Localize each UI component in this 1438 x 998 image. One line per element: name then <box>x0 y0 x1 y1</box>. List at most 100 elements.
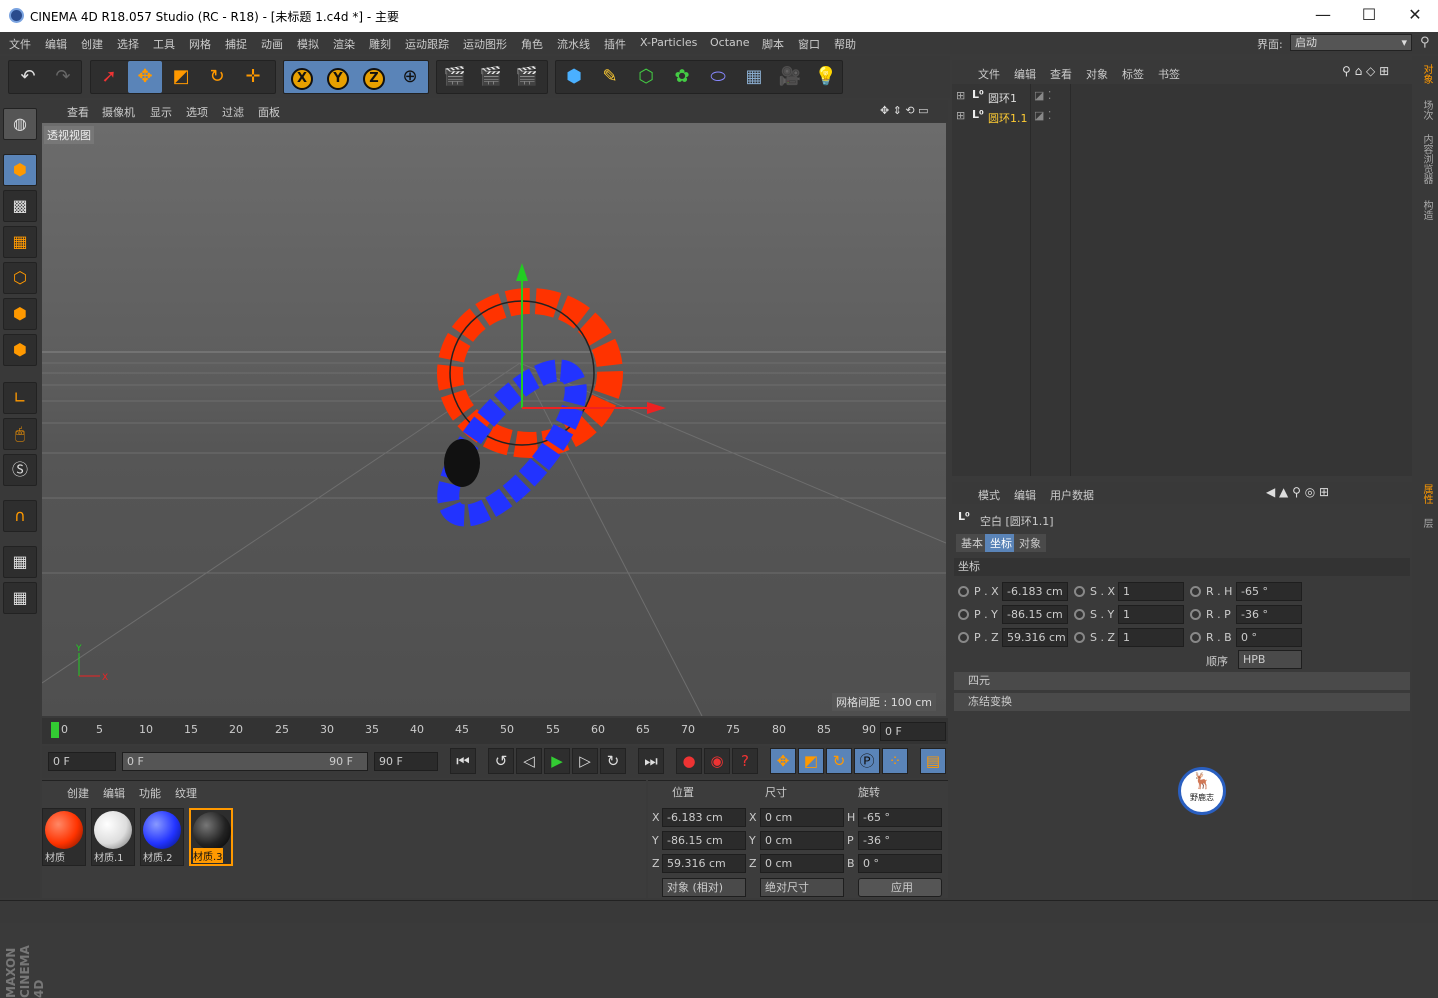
go-to-end-icon[interactable]: ⏭ <box>638 748 664 774</box>
mat-menu-create[interactable]: 创建 <box>67 785 89 801</box>
pos-z-field[interactable]: 59.316 cm <box>662 854 746 873</box>
deformer-icon[interactable]: ⬭ <box>701 61 735 93</box>
attr-menu-userdata[interactable]: 用户数据 <box>1050 487 1094 503</box>
collapsed-freeze[interactable]: 冻结变换 <box>954 693 1410 711</box>
undo-icon[interactable]: ↶ <box>11 61 45 93</box>
obj-menu-tags[interactable]: 标签 <box>1122 66 1144 82</box>
keyframe-selection-icon[interactable]: ? <box>732 748 758 774</box>
tab-object[interactable]: 对象 <box>1014 534 1046 552</box>
vtab-takes[interactable]: 场次 <box>1416 100 1434 120</box>
menu-window[interactable]: 窗口 <box>798 36 820 52</box>
select-arrow-icon[interactable]: ➚ <box>92 61 126 93</box>
param-sz-field[interactable]: 1 <box>1118 628 1184 647</box>
mat-menu-function[interactable]: 功能 <box>139 785 161 801</box>
timeline-ruler[interactable]: 0 5 10 15 20 25 30 35 40 45 50 55 60 65 … <box>42 718 948 744</box>
x-axis-arrow[interactable] <box>647 402 666 414</box>
tweak-mode-icon[interactable]: 🖱 <box>3 418 37 450</box>
next-frame-icon[interactable]: ▷ <box>572 748 598 774</box>
vtab-attributes[interactable]: 属性 <box>1416 484 1434 504</box>
menu-motion-tracking[interactable]: 运动跟踪 <box>405 36 449 52</box>
vtab-layers[interactable]: 层 <box>1416 518 1434 528</box>
attr-menu-edit[interactable]: 编辑 <box>1014 487 1036 503</box>
z-axis-icon[interactable]: Z <box>357 61 391 93</box>
apply-button[interactable]: 应用 <box>858 878 942 897</box>
material-swatch-selected[interactable]: 材质.3 <box>189 808 233 866</box>
rot-p-field[interactable]: -36 ° <box>858 831 942 850</box>
vtab-content-browser[interactable]: 内容浏览器 <box>1416 134 1434 184</box>
timeline-window-icon[interactable]: ▤ <box>920 748 946 774</box>
render-view-icon[interactable]: 🎬 <box>438 61 472 93</box>
param-sy-field[interactable]: 1 <box>1118 605 1184 624</box>
menu-tools[interactable]: 工具 <box>153 36 175 52</box>
close-button[interactable]: ✕ <box>1392 4 1438 28</box>
polygons-mode-icon[interactable]: ⬢ <box>3 334 37 366</box>
vp-menu-filter[interactable]: 过滤 <box>222 104 244 120</box>
key-param-icon[interactable]: Ⓟ <box>854 748 880 774</box>
cube-icon[interactable]: ⬢ <box>557 61 591 93</box>
redo-icon[interactable]: ↷ <box>46 61 80 93</box>
key-rotation-icon[interactable]: ↻ <box>826 748 852 774</box>
menu-create[interactable]: 创建 <box>81 36 103 52</box>
vp-menu-panel[interactable]: 面板 <box>258 104 280 120</box>
anim-radio[interactable] <box>1074 609 1085 620</box>
param-pz-field[interactable]: 59.316 cm <box>1002 628 1068 647</box>
axis-mode-icon[interactable]: ∟ <box>3 382 37 414</box>
layout-select[interactable]: 启动 ▾ <box>1290 34 1412 51</box>
pos-y-field[interactable]: -86.15 cm <box>662 831 746 850</box>
edges-mode-icon[interactable]: ⬢ <box>3 298 37 330</box>
menu-snap[interactable]: 捕捉 <box>225 36 247 52</box>
texture-mode-icon[interactable]: ▩ <box>3 190 37 222</box>
object-name[interactable]: 圆环1.1 <box>988 110 1028 126</box>
recent-tool-icon[interactable]: ✛ <box>236 61 270 93</box>
next-key-icon[interactable]: ↻ <box>600 748 626 774</box>
menu-sculpt[interactable]: 雕刻 <box>369 36 391 52</box>
object-row[interactable]: ⊞ L⁰ 圆环1 ◪ ⁚ <box>952 86 1412 106</box>
search-icon[interactable]: ⚲ <box>1420 35 1430 50</box>
material-swatch[interactable]: 材质.2 <box>140 808 184 866</box>
anim-radio[interactable] <box>1074 586 1085 597</box>
anim-radio[interactable] <box>1190 632 1201 643</box>
y-axis-arrow[interactable] <box>516 263 528 281</box>
anim-radio[interactable] <box>958 586 969 597</box>
snap-icon[interactable]: Ⓢ <box>3 454 37 486</box>
object-row-selected[interactable]: ⊞ L⁰ 圆环1.1 ◪ ⁚ <box>952 106 1412 126</box>
vtab-objects[interactable]: 对象 <box>1416 64 1434 84</box>
anim-radio[interactable] <box>1190 586 1201 597</box>
obj-menu-view[interactable]: 查看 <box>1050 66 1072 82</box>
rotation-order-select[interactable]: HPB <box>1238 650 1302 669</box>
obj-menu-edit[interactable]: 编辑 <box>1014 66 1036 82</box>
param-sx-field[interactable]: 1 <box>1118 582 1184 601</box>
menu-x-particles[interactable]: X-Particles <box>640 36 697 49</box>
param-rb-field[interactable]: 0 ° <box>1236 628 1302 647</box>
obj-menu-file[interactable]: 文件 <box>978 66 1000 82</box>
render-settings-icon[interactable]: 🎬 <box>510 61 544 93</box>
size-mode-select[interactable]: 绝对尺寸 <box>760 878 844 897</box>
maximize-button[interactable]: ☐ <box>1346 4 1392 28</box>
menu-pipeline[interactable]: 流水线 <box>557 36 590 52</box>
prev-key-icon[interactable]: ↺ <box>488 748 514 774</box>
menu-script[interactable]: 脚本 <box>762 36 784 52</box>
scale-icon[interactable]: ◩ <box>164 61 198 93</box>
vtab-structure[interactable]: 构造 <box>1416 200 1434 220</box>
size-y-field[interactable]: 0 cm <box>760 831 844 850</box>
end-frame-field[interactable]: 90 F <box>374 752 438 771</box>
expand-icon[interactable]: ⊞ <box>956 89 965 102</box>
obj-search-icon[interactable]: ⚲ ⌂ ◇ ⊞ <box>1342 64 1389 78</box>
param-px-field[interactable]: -6.183 cm <box>1002 582 1068 601</box>
workplane-icon[interactable]: ▦ <box>3 226 37 258</box>
go-to-start-icon[interactable]: ⏮ <box>450 748 476 774</box>
key-pla-icon[interactable]: ⁘ <box>882 748 908 774</box>
material-swatch[interactable]: 材质.1 <box>91 808 135 866</box>
magnet-icon[interactable]: ∩ <box>3 500 37 532</box>
param-rh-field[interactable]: -65 ° <box>1236 582 1302 601</box>
floor-icon[interactable]: ▦ <box>737 61 771 93</box>
mat-menu-edit[interactable]: 编辑 <box>103 785 125 801</box>
menu-edit[interactable]: 编辑 <box>45 36 67 52</box>
size-x-field[interactable]: 0 cm <box>760 808 844 827</box>
coordinate-system-icon[interactable]: ⊕ <box>393 61 427 93</box>
light-icon[interactable]: 💡 <box>809 61 843 93</box>
rot-b-field[interactable]: 0 ° <box>858 854 942 873</box>
menu-select[interactable]: 选择 <box>117 36 139 52</box>
model-mode-icon[interactable]: ⬢ <box>3 154 37 186</box>
x-axis-icon[interactable]: X <box>285 61 319 93</box>
